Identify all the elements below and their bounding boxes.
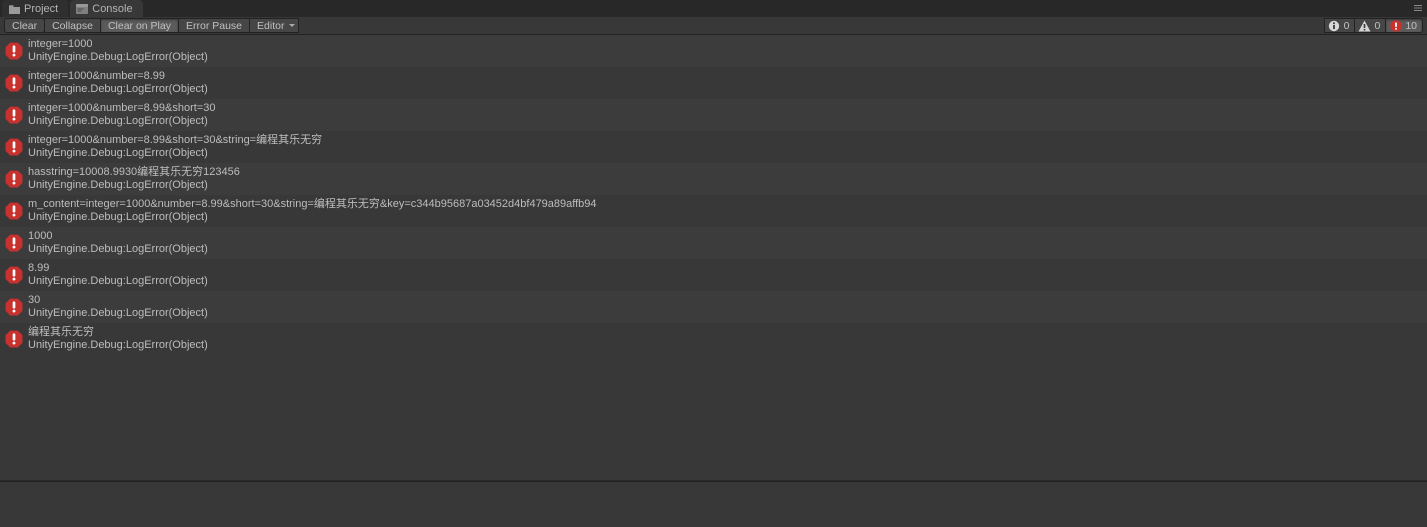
log-stack: UnityEngine.Debug:LogError(Object) [28,147,322,160]
log-stack: UnityEngine.Debug:LogError(Object) [28,339,208,352]
log-detail-pane[interactable] [0,481,1427,527]
error-icon [4,201,24,221]
error-count: 10 [1405,20,1417,32]
log-text: 30UnityEngine.Debug:LogError(Object) [28,294,208,320]
log-row[interactable]: hasstring=10008.9930编程其乐无穷123456UnityEng… [0,163,1427,195]
log-message: integer=1000&number=8.99 [28,70,208,83]
log-stack: UnityEngine.Debug:LogError(Object) [28,275,208,288]
tab-console[interactable]: Console [70,0,142,17]
log-row[interactable]: integer=1000UnityEngine.Debug:LogError(O… [0,35,1427,67]
folder-icon [8,3,20,15]
error-icon [1389,19,1402,32]
console-icon [76,3,88,15]
error-icon [4,137,24,157]
log-row[interactable]: 30UnityEngine.Debug:LogError(Object) [0,291,1427,323]
collapse-button[interactable]: Collapse [44,18,101,33]
tab-bar: Project Console [0,0,1427,17]
log-text: m_content=integer=1000&number=8.99&short… [28,198,597,224]
log-list[interactable]: integer=1000UnityEngine.Debug:LogError(O… [0,35,1427,481]
log-message: integer=1000&number=8.99&short=30&string… [28,134,322,147]
log-text: integer=1000&number=8.99UnityEngine.Debu… [28,70,208,96]
window-menu-icon[interactable] [1411,1,1425,15]
log-text: 编程其乐无穷UnityEngine.Debug:LogError(Object) [28,326,208,352]
log-text: 8.99UnityEngine.Debug:LogError(Object) [28,262,208,288]
clear-button[interactable]: Clear [4,18,45,33]
log-stack: UnityEngine.Debug:LogError(Object) [28,307,208,320]
info-count: 0 [1344,20,1350,32]
error-icon [4,233,24,253]
log-stack: UnityEngine.Debug:LogError(Object) [28,51,208,64]
log-message: integer=1000&number=8.99&short=30 [28,102,215,115]
log-row[interactable]: 编程其乐无穷UnityEngine.Debug:LogError(Object) [0,323,1427,355]
log-row[interactable]: 1000UnityEngine.Debug:LogError(Object) [0,227,1427,259]
error-icon [4,329,24,349]
info-counter[interactable]: 0 [1324,18,1356,33]
error-counter[interactable]: 10 [1385,18,1423,33]
log-message: m_content=integer=1000&number=8.99&short… [28,198,597,211]
warn-count: 0 [1374,20,1380,32]
log-message: 30 [28,294,208,307]
log-message: integer=1000 [28,38,208,51]
console-toolbar: Clear Collapse Clear on Play Error Pause… [0,17,1427,35]
log-text: integer=1000&number=8.99&short=30UnityEn… [28,102,215,128]
log-row[interactable]: integer=1000&number=8.99&short=30UnityEn… [0,99,1427,131]
log-row[interactable]: integer=1000&number=8.99UnityEngine.Debu… [0,67,1427,99]
error-icon [4,105,24,125]
error-pause-button[interactable]: Error Pause [178,18,250,33]
editor-dropdown[interactable]: Editor [249,18,299,33]
tab-label: Project [24,3,58,15]
log-message: 8.99 [28,262,208,275]
log-row[interactable]: 8.99UnityEngine.Debug:LogError(Object) [0,259,1427,291]
log-stack: UnityEngine.Debug:LogError(Object) [28,243,208,256]
log-stack: UnityEngine.Debug:LogError(Object) [28,115,215,128]
log-stack: UnityEngine.Debug:LogError(Object) [28,83,208,96]
error-icon [4,297,24,317]
warn-counter[interactable]: 0 [1354,18,1386,33]
tab-label: Console [92,3,132,15]
log-message: hasstring=10008.9930编程其乐无穷123456 [28,166,240,179]
tab-project[interactable]: Project [2,0,68,17]
log-text: integer=1000&number=8.99&short=30&string… [28,134,322,160]
log-stack: UnityEngine.Debug:LogError(Object) [28,179,240,192]
error-icon [4,73,24,93]
clear-on-play-button[interactable]: Clear on Play [100,18,179,33]
log-text: 1000UnityEngine.Debug:LogError(Object) [28,230,208,256]
warning-icon [1358,19,1371,32]
info-icon [1328,19,1341,32]
log-row[interactable]: integer=1000&number=8.99&short=30&string… [0,131,1427,163]
log-message: 1000 [28,230,208,243]
log-stack: UnityEngine.Debug:LogError(Object) [28,211,597,224]
error-icon [4,169,24,189]
log-row[interactable]: m_content=integer=1000&number=8.99&short… [0,195,1427,227]
log-message: 编程其乐无穷 [28,326,208,339]
log-text: hasstring=10008.9930编程其乐无穷123456UnityEng… [28,166,240,192]
error-icon [4,41,24,61]
log-text: integer=1000UnityEngine.Debug:LogError(O… [28,38,208,64]
error-icon [4,265,24,285]
